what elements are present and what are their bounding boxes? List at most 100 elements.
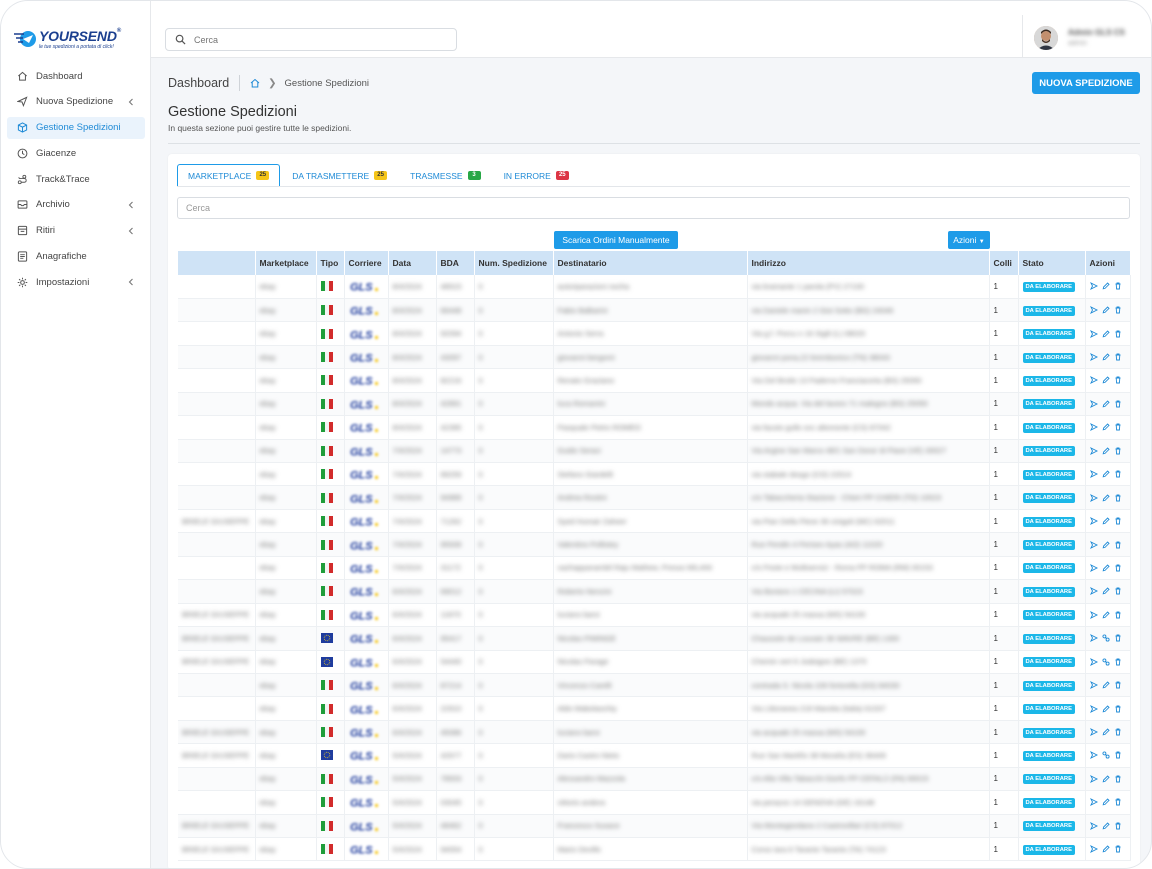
table-row[interactable]: ebay GLS 6/4/2024 22910 0 Aldo Mabolaochiy Via… <box>178 696 1131 721</box>
send-icon[interactable] <box>1089 657 1098 666</box>
table-row[interactable]: ebay GLS 7/4/2024 94989 0 Andrea Rostini c/o T… <box>178 485 1131 510</box>
send-icon[interactable] <box>1089 681 1098 690</box>
trash-icon[interactable] <box>1114 751 1122 759</box>
link-icon[interactable] <box>1101 658 1110 666</box>
trash-icon[interactable] <box>1114 330 1122 338</box>
table-row[interactable]: ebay GLS 6/4/2024 69012 0 Roberto Nencini Via … <box>178 579 1131 604</box>
trash-icon[interactable] <box>1114 705 1122 713</box>
trash-icon[interactable] <box>1114 798 1122 806</box>
sidebar-item-track-trace[interactable]: Track&Trace <box>7 168 145 190</box>
sidebar-item-ritiri[interactable]: Ritiri <box>7 220 145 242</box>
link-icon[interactable] <box>1101 751 1110 760</box>
trash-icon[interactable] <box>1114 541 1122 549</box>
table-row[interactable]: ebay GLS 6/4/2024 87214 0 Vincenzo Carelli con… <box>178 673 1131 698</box>
brand-logo[interactable]: YOURSEND® le tue spedizioni a portata di… <box>11 27 141 53</box>
tab-da-trasmettere[interactable]: DA TRASMETTERE 25 <box>281 164 398 187</box>
send-icon[interactable] <box>1089 751 1098 760</box>
tab-in-errore[interactable]: IN ERRORE 25 <box>493 164 580 187</box>
global-search[interactable] <box>165 28 457 51</box>
table-row[interactable]: ebay GLS 8/4/2024 42395 0 Pasquale Pietro ROM… <box>178 415 1131 440</box>
edit-icon[interactable] <box>1102 400 1110 408</box>
table-row[interactable]: ebay GLS 5/4/2024 78933 0 Alessandro Mazzola c… <box>178 767 1131 792</box>
sidebar-item-dashboard[interactable]: Dashboard <box>7 65 145 87</box>
send-icon[interactable] <box>1089 845 1098 854</box>
send-icon[interactable] <box>1089 353 1098 362</box>
sidebar-item-archivio[interactable]: Archivio <box>7 194 145 216</box>
send-icon[interactable] <box>1089 821 1098 830</box>
edit-icon[interactable] <box>1102 822 1110 830</box>
home-icon[interactable] <box>250 78 260 88</box>
table-row[interactable]: ebay GLS 8/4/2024 92094 0 Antonio Serra Via g.… <box>178 321 1131 346</box>
send-icon[interactable] <box>1089 704 1098 713</box>
table-row[interactable]: ebay GLS 7/4/2024 14773 0 Guido Seraci Via Arg… <box>178 439 1131 464</box>
global-search-input[interactable] <box>194 31 444 48</box>
table-row[interactable]: BRIELE GIUSEPPE ebay GLS 6/4/2024 95417 0 Nico… <box>178 626 1131 651</box>
send-icon[interactable] <box>1089 610 1098 619</box>
table-row[interactable]: ebay GLS 8/4/2024 43097 0 giovanni bergomi gio… <box>178 345 1131 370</box>
table-row[interactable]: ebay GLS 7/4/2024 31172 0 vazhappanambil Raju… <box>178 556 1131 581</box>
edit-icon[interactable] <box>1102 470 1110 478</box>
breadcrumb-root[interactable]: Dashboard <box>168 76 229 90</box>
send-icon[interactable] <box>1089 798 1098 807</box>
download-orders-button[interactable]: Scarica Ordini Manualmente <box>554 231 678 249</box>
table-row[interactable]: BRIELE GIUSEPPE ebay GLS 6/4/2024 11870 0 luci… <box>178 603 1131 628</box>
edit-icon[interactable] <box>1102 611 1110 619</box>
table-row[interactable]: ebay GLS 8/4/2024 66448 0 Fabio Balbarini via … <box>178 298 1131 323</box>
send-icon[interactable] <box>1089 634 1098 643</box>
table-row[interactable]: ebay GLS 8/4/2024 42891 0 luca Romanini Mondo … <box>178 392 1131 417</box>
send-icon[interactable] <box>1089 563 1098 572</box>
table-row[interactable]: BRIELE GIUSEPPE ebay GLS 7/4/2024 71262 0 Syed… <box>178 509 1131 534</box>
send-icon[interactable] <box>1089 470 1098 479</box>
sidebar-item-impostazioni[interactable]: Impostazioni <box>7 271 145 293</box>
trash-icon[interactable] <box>1114 681 1122 689</box>
table-row[interactable]: ebay GLS 7/4/2024 95939 0 Valentino Pollistey… <box>178 532 1131 557</box>
tab-marketplace[interactable]: MARKETPLACE 25 <box>177 164 281 187</box>
trash-icon[interactable] <box>1114 845 1122 853</box>
table-search-input[interactable]: Cerca <box>177 197 1130 219</box>
trash-icon[interactable] <box>1114 376 1122 384</box>
send-icon[interactable] <box>1089 587 1098 596</box>
table-row[interactable]: ebay GLS 5/4/2024 03045 0 vittorio andora via … <box>178 790 1131 815</box>
tab-trasmesse[interactable]: TRASMESSE 3 <box>399 164 491 187</box>
edit-icon[interactable] <box>1102 447 1110 455</box>
edit-icon[interactable] <box>1102 540 1110 549</box>
table-row[interactable]: BRIELE GIUSEPPE ebay GLS 5/4/2024 42677 0 Dari… <box>178 743 1131 768</box>
edit-icon[interactable] <box>1102 587 1110 595</box>
trash-icon[interactable] <box>1114 494 1122 502</box>
send-icon[interactable] <box>1089 517 1098 526</box>
trash-icon[interactable] <box>1114 282 1122 290</box>
table-row[interactable]: BRIELE GIUSEPPE ebay GLS 5/4/2024 94054 0 Mari… <box>178 837 1131 862</box>
trash-icon[interactable] <box>1114 658 1122 666</box>
trash-icon[interactable] <box>1114 517 1122 525</box>
trash-icon[interactable] <box>1114 564 1122 572</box>
send-icon[interactable] <box>1089 423 1098 432</box>
edit-icon[interactable] <box>1102 845 1110 853</box>
send-icon[interactable] <box>1089 540 1098 549</box>
edit-icon[interactable] <box>1102 798 1110 806</box>
send-icon[interactable] <box>1089 446 1098 455</box>
edit-icon[interactable] <box>1102 306 1110 314</box>
trash-icon[interactable] <box>1114 470 1122 478</box>
trash-icon[interactable] <box>1114 822 1122 830</box>
table-row[interactable]: BRIELE GIUSEPPE ebay GLS 6/4/2024 54440 0 Nico… <box>178 650 1131 674</box>
send-icon[interactable] <box>1089 774 1098 783</box>
edit-icon[interactable] <box>1102 775 1110 783</box>
sidebar-item-gestione-spedizioni[interactable]: Gestione Spedizioni <box>7 116 145 139</box>
trash-icon[interactable] <box>1114 423 1122 431</box>
table-row[interactable]: ebay GLS 7/4/2024 89259 0 Stefano Giardelli vi… <box>178 462 1131 487</box>
sidebar-item-nuova-spedizione[interactable]: Nuova Spedizione <box>7 91 145 113</box>
trash-icon[interactable] <box>1114 611 1122 619</box>
table-row[interactable]: ebay GLS 8/4/2024 82216 0 Renato Graziano Via … <box>178 368 1131 393</box>
send-icon[interactable] <box>1089 493 1098 502</box>
send-icon[interactable] <box>1089 376 1098 385</box>
trash-icon[interactable] <box>1114 306 1122 314</box>
actions-dropdown-button[interactable]: Azioni ▼ <box>948 231 990 249</box>
send-icon[interactable] <box>1089 306 1098 315</box>
edit-icon[interactable] <box>1102 681 1110 689</box>
edit-icon[interactable] <box>1102 494 1110 502</box>
send-icon[interactable] <box>1089 329 1098 338</box>
edit-icon[interactable] <box>1102 517 1110 525</box>
trash-icon[interactable] <box>1114 400 1122 408</box>
trash-icon[interactable] <box>1114 447 1122 455</box>
table-row[interactable]: BRIELE GIUSEPPE ebay GLS 6/4/2024 45086 0 luci… <box>178 720 1131 745</box>
